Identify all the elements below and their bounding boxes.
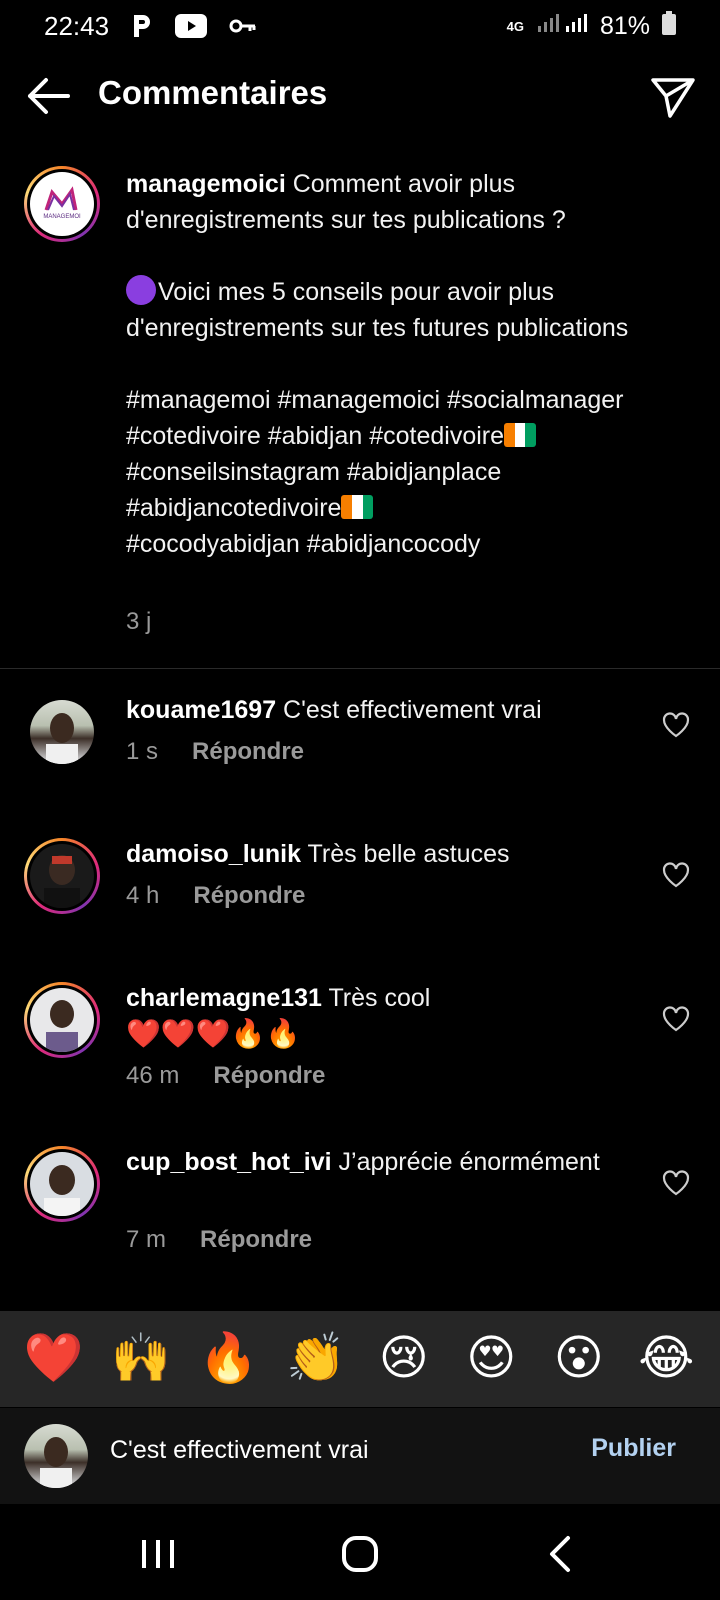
status-bar: 22:43 4G 81% [0,0,720,52]
raising-hands-emoji-button[interactable]: 🙌 [109,1335,173,1383]
caption-time: 3 j [126,608,152,635]
comment-time: 1 s [126,738,159,765]
heart-outline-icon [662,862,690,888]
avatar[interactable] [24,982,100,1058]
comment-username[interactable]: cup_bost_hot_ivi [126,1148,332,1176]
battery-level: 81% [599,11,650,40]
comment-body: J’apprécie énormément [331,1148,600,1176]
comment-body: Très belle astuces [301,840,510,868]
avatar[interactable] [30,700,94,764]
comment-time: 7 m [126,1226,167,1253]
avatar[interactable] [24,1146,100,1222]
comment-username[interactable]: kouame1697 [126,696,276,724]
heart-eyes-emoji-button[interactable]: 😍 [459,1335,523,1383]
parking-icon [131,13,153,39]
fire-emoji-button[interactable]: 🔥 [197,1335,261,1383]
recent-apps-button[interactable] [138,1534,178,1574]
heart-outline-icon [662,1006,690,1032]
comment-text: charlemagne131 Très cool ❤️❤️❤️🔥🔥 [126,980,646,1053]
chevron-left-icon [550,1536,570,1572]
network-label: 4G [506,18,524,34]
header: Commentaires [0,60,720,132]
status-time: 22:43 [44,10,110,41]
comment-meta: 4 h Répondre [126,882,305,910]
home-button[interactable] [340,1534,380,1574]
back-nav-button[interactable] [542,1534,582,1574]
home-icon [342,1536,378,1572]
reply-button[interactable]: Répondre [213,1062,325,1090]
avatar [24,1424,88,1488]
avatar[interactable] [24,838,100,914]
clapping-emoji-button[interactable]: 👏 [284,1335,348,1383]
comment-body: Très cool [321,984,431,1012]
like-button[interactable] [662,712,690,738]
publish-button[interactable]: Publier [591,1434,676,1463]
emoji-reaction-bar: ❤️ 🙌 🔥 👏 😢 😍 😮 😂 [0,1311,720,1407]
comment-meta: 7 m Répondre [126,1226,312,1254]
like-button[interactable] [662,1006,690,1032]
back-button[interactable] [24,74,72,118]
youtube-icon [175,14,208,38]
arrow-left-icon [28,78,70,114]
reply-button[interactable]: Répondre [193,882,305,910]
comment-username[interactable]: charlemagne131 [126,984,322,1012]
avatar[interactable]: MANAGEMOI [24,166,100,242]
managemoi-logo-icon: MANAGEMOI [43,186,81,220]
comment-time: 4 h [126,882,160,909]
crying-emoji-button[interactable]: 😢 [372,1335,436,1383]
comment-text: cup_bost_hot_ivi J’apprécie énormément [126,1144,646,1180]
heart-outline-icon [662,1170,690,1196]
comment-meta: 1 s Répondre [126,738,304,766]
caption-hashtags-c[interactable]: #cocodyabidjan #abidjancocody [126,530,480,558]
laughing-emoji-button[interactable]: 😂 [634,1335,698,1383]
send-button[interactable] [648,72,698,122]
like-button[interactable] [662,862,690,888]
system-nav-bar [0,1504,720,1600]
comment-meta: 46 m Répondre [126,1062,325,1090]
comment-username[interactable]: damoiso_lunik [126,840,301,868]
comment-body: C'est effectivement vrai [276,696,542,724]
page-title: Commentaires [98,74,328,111]
caption-line2: Voici mes 5 conseils pour avoir plus d'e… [126,278,629,342]
key-icon [229,17,257,35]
comment-text: damoiso_lunik Très belle astuces [126,836,646,872]
caption-username[interactable]: managemoici [126,170,286,198]
caption-hashtags-a[interactable]: #managemoi #managemoici #socialmanager #… [126,386,630,450]
comment-composer: C'est effectivement vrai Publier [0,1408,720,1504]
heart-outline-icon [662,712,690,738]
battery-icon [662,10,676,42]
comment-text: kouame1697 C'est effectivement vrai [126,692,646,728]
surprised-emoji-button[interactable]: 😮 [547,1335,611,1383]
divider [0,668,720,669]
logo-text: MANAGEMOI [43,214,81,220]
reply-button[interactable]: Répondre [200,1226,312,1254]
comment-time: 46 m [126,1062,180,1089]
send-icon [651,78,695,118]
reply-button[interactable]: Répondre [192,738,304,766]
heart-emoji-button[interactable]: ❤️ [22,1335,86,1383]
comment-emojis: ❤️❤️❤️🔥🔥 [126,1018,301,1049]
caption-text: managemoici Comment avoir plus d'enregis… [126,166,686,562]
comment-input[interactable]: C'est effectivement vrai [110,1436,550,1465]
like-button[interactable] [662,1170,690,1196]
ivory-coast-flag-icon [504,423,537,447]
signal-icon [536,12,588,41]
ivory-coast-flag-icon [341,495,374,519]
purple-circle-icon [126,275,156,305]
recent-apps-icon [142,1540,174,1568]
